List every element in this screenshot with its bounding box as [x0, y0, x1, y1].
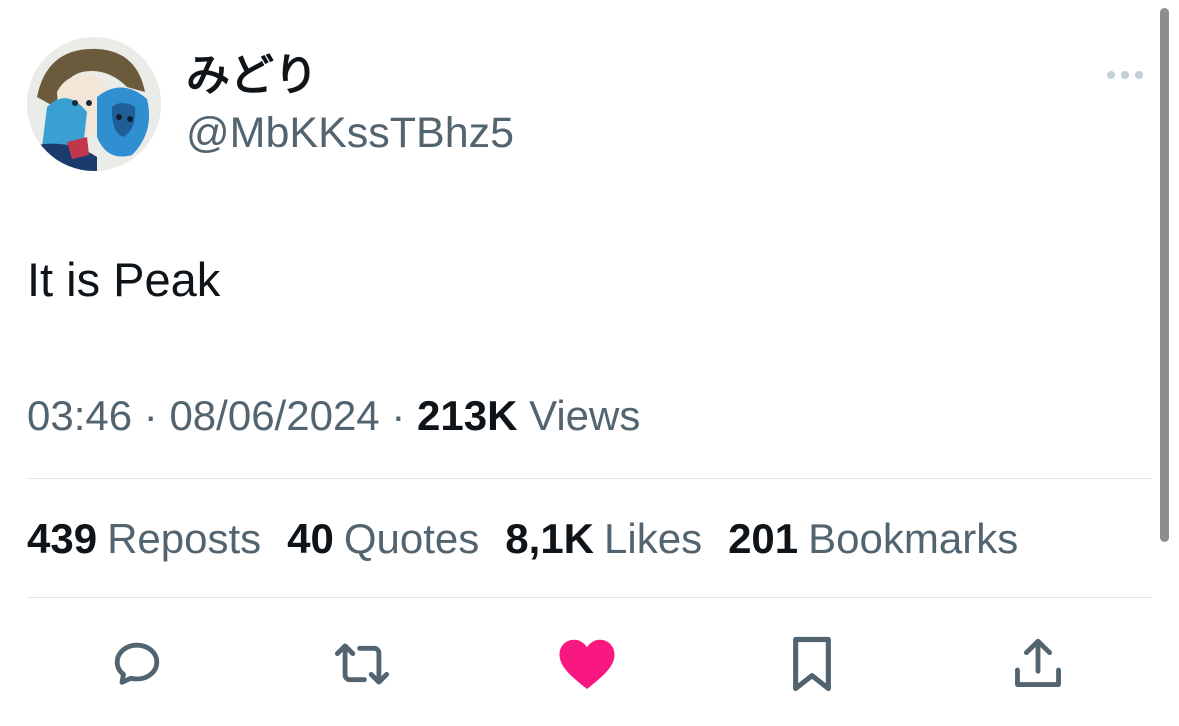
likes-stat[interactable]: 8,1K Likes — [505, 512, 702, 566]
author-handle[interactable]: @MbKKssTBhz5 — [186, 107, 514, 159]
quotes-count: 40 — [287, 515, 334, 562]
meta-separator: · — [143, 392, 158, 439]
speech-bubble-icon — [114, 642, 160, 685]
views-label: Views — [529, 392, 641, 439]
reply-button[interactable] — [107, 634, 167, 694]
tweet-meta: 03:46 · 08/06/2024 · 213K Views — [27, 390, 640, 442]
avatar[interactable] — [27, 37, 161, 171]
more-dot-icon — [1107, 71, 1115, 79]
tweet-date[interactable]: 08/06/2024 — [169, 392, 379, 439]
likes-label: Likes — [604, 515, 703, 562]
tweet-time[interactable]: 03:46 — [27, 392, 132, 439]
repost-arrows-icon — [334, 643, 390, 685]
divider — [27, 478, 1152, 479]
views-count: 213K — [417, 392, 518, 439]
likes-count: 8,1K — [505, 515, 595, 562]
vertical-scrollbar[interactable] — [1160, 8, 1169, 542]
bookmark-icon — [793, 636, 831, 692]
reposts-stat[interactable]: 439 Reposts — [27, 512, 261, 566]
like-button[interactable] — [557, 634, 617, 694]
more-options-button[interactable] — [1100, 62, 1150, 88]
more-dot-icon — [1135, 71, 1143, 79]
bookmarks-label: Bookmarks — [808, 515, 1019, 562]
engagement-stats: 439 Reposts 40 Quotes 8,1K Likes 201 Bookmar… — [27, 512, 1018, 566]
share-upload-icon — [1015, 638, 1061, 687]
avatar-illustration-icon — [27, 37, 161, 171]
tweet-text: It is Peak — [27, 253, 221, 306]
reposts-label: Reposts — [107, 515, 262, 562]
quotes-label: Quotes — [343, 515, 480, 562]
meta-separator: · — [391, 392, 406, 439]
quotes-stat[interactable]: 40 Quotes — [287, 512, 479, 566]
more-dot-icon — [1121, 71, 1129, 79]
repost-button[interactable] — [332, 634, 392, 694]
heart-icon — [559, 639, 615, 689]
share-button[interactable] — [1008, 634, 1068, 694]
divider — [27, 597, 1152, 598]
author-display-name[interactable]: みどり — [186, 50, 318, 102]
bookmarks-stat[interactable]: 201 Bookmarks — [728, 512, 1018, 566]
reposts-count: 439 — [27, 515, 98, 562]
bookmarks-count: 201 — [728, 515, 799, 562]
bookmark-button[interactable] — [782, 634, 842, 694]
